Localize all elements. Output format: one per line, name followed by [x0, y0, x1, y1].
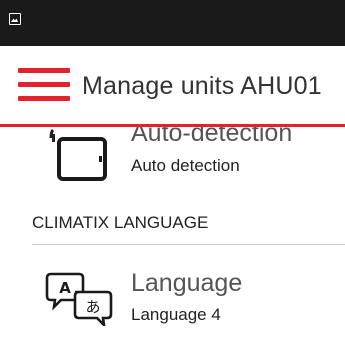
svg-text:A: A: [59, 279, 71, 297]
section-divider: [32, 244, 345, 245]
hamburger-menu-icon[interactable]: [18, 65, 70, 105]
settings-list: Auto-detection Auto detection CLIMATIX L…: [0, 127, 345, 344]
app-bar: Manage units AHU01: [0, 46, 345, 124]
language-title: Language: [131, 269, 243, 297]
list-item-auto-detection[interactable]: Auto-detection Auto detection: [0, 127, 345, 197]
image-icon: [9, 13, 21, 25]
section-header-climatix-language: CLIMATIX LANGUAGE: [32, 213, 209, 232]
auto-detection-title: Auto-detection: [131, 127, 293, 147]
translate-speech-bubbles-icon: A あ: [45, 270, 117, 331]
svg-text:あ: あ: [85, 298, 100, 316]
status-bar: [0, 0, 345, 46]
list-item-language[interactable]: A あ Language Language 4: [0, 257, 345, 337]
auto-detection-value: Auto detection: [131, 156, 240, 175]
tablet-icon: [48, 128, 114, 190]
language-value: Language 4: [131, 305, 221, 324]
page-title: Manage units AHU01: [82, 72, 322, 100]
